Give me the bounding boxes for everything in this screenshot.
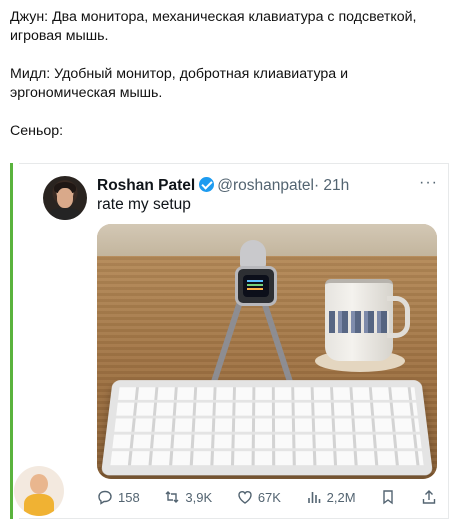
views-button[interactable]: 2,2M — [306, 489, 356, 505]
sender-avatar[interactable] — [14, 466, 64, 516]
bookmark-button[interactable] — [380, 489, 396, 505]
tweet-author-avatar[interactable] — [43, 176, 87, 220]
tweet-actions: 158 3,9K 67K 2,2M — [97, 486, 437, 508]
reply-icon — [97, 489, 113, 505]
views-icon — [306, 489, 322, 505]
views-count: 2,2M — [327, 490, 356, 505]
reply-count: 158 — [118, 490, 140, 505]
tweet-author-name[interactable]: Roshan Patel — [97, 177, 195, 194]
message-line-middle: Мидл: Удобный монитор, добротная клиавиа… — [10, 65, 446, 103]
tweet-preview[interactable]: Roshan Patel @roshanpatel· 21h ··· rate m… — [10, 163, 449, 519]
tweet-photo[interactable] — [97, 224, 437, 479]
more-icon[interactable]: ··· — [419, 174, 438, 192]
tweet-time: · 21h — [314, 177, 349, 194]
share-button[interactable] — [421, 489, 437, 505]
chat-message: Джун: Два монитора, механическая клавиат… — [0, 0, 458, 522]
reply-button[interactable]: 158 — [97, 489, 140, 505]
tweet-text: rate my setup — [97, 196, 191, 214]
tweet-author-handle[interactable]: @roshanpatel — [217, 177, 314, 194]
tweet-card[interactable]: Roshan Patel @roshanpatel· 21h ··· rate m… — [19, 163, 449, 519]
bookmark-icon — [380, 489, 396, 505]
like-button[interactable]: 67K — [237, 489, 281, 505]
heart-icon — [237, 489, 253, 505]
message-line-senior: Сеньор: — [10, 122, 446, 141]
share-icon — [421, 489, 437, 505]
retweet-icon — [164, 489, 180, 505]
like-count: 67K — [258, 490, 281, 505]
message-text: Джун: Два монитора, механическая клавиат… — [10, 8, 446, 141]
message-line-junior: Джун: Два монитора, механическая клавиат… — [10, 8, 446, 46]
tweet-header: Roshan Patel @roshanpatel· 21h — [97, 176, 438, 198]
retweet-button[interactable]: 3,9K — [164, 489, 212, 505]
verified-badge-icon — [199, 177, 214, 192]
retweet-count: 3,9K — [185, 490, 212, 505]
